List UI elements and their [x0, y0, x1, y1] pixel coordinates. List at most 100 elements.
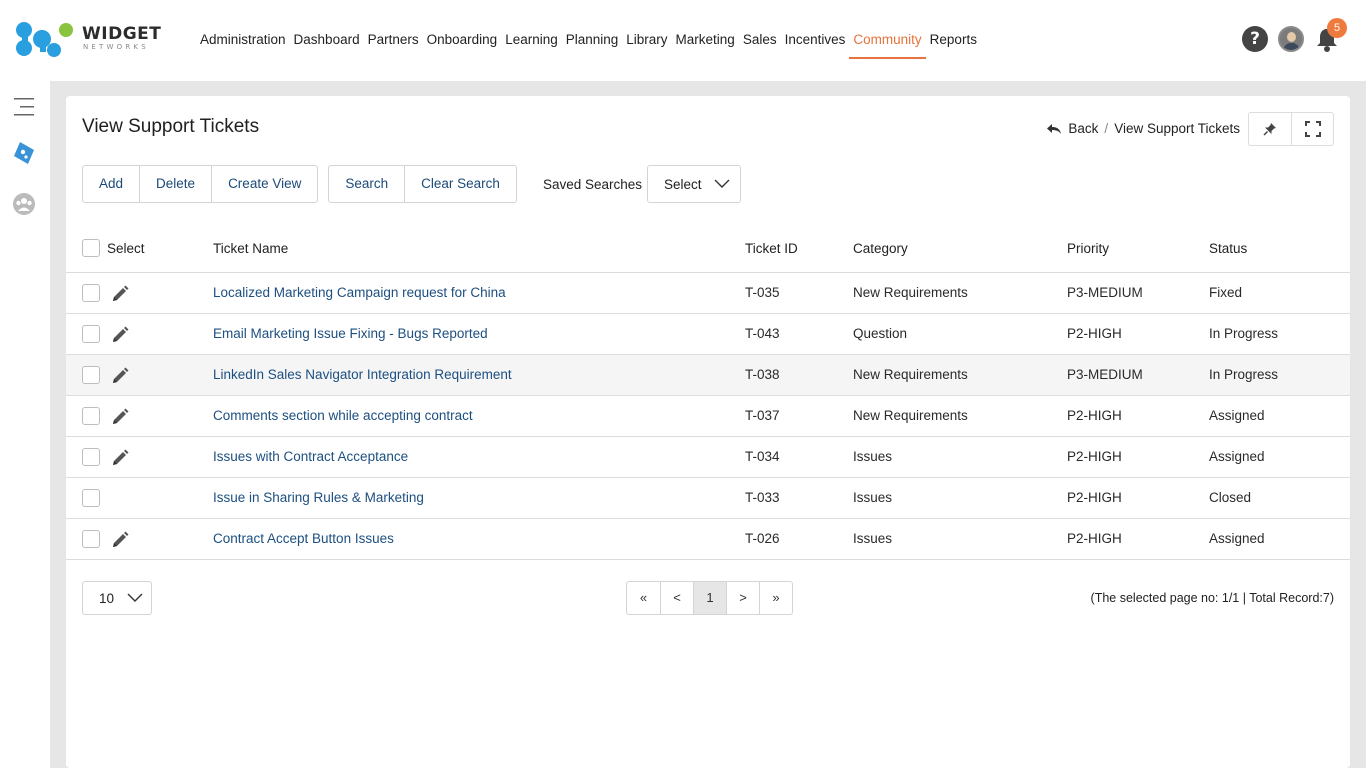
saved-searches-value: Select: [664, 176, 702, 192]
ticket-id: T-043: [745, 326, 780, 341]
ticket-name-link[interactable]: Localized Marketing Campaign request for…: [213, 285, 506, 300]
prev-page-button[interactable]: <: [660, 582, 693, 614]
edit-icon[interactable]: [110, 530, 130, 550]
next-page-button[interactable]: >: [726, 582, 759, 614]
header-ticket-id[interactable]: Ticket ID: [745, 241, 798, 256]
edit-icon[interactable]: [110, 407, 130, 427]
header-select: Select: [107, 241, 145, 256]
logo-subtext: NETWORKS: [83, 43, 149, 51]
add-button[interactable]: Add: [83, 166, 139, 202]
ticket-toolbar: Add Delete Create View Search Clear Sear…: [82, 165, 741, 203]
header-priority[interactable]: Priority: [1067, 241, 1109, 256]
search-button[interactable]: Search: [329, 166, 404, 202]
widget-networks-logo[interactable]: WIDGET NETWORKS: [14, 20, 161, 60]
table-row: Comments section while accepting contrac…: [66, 396, 1350, 437]
nav-item-community[interactable]: Community: [849, 30, 926, 59]
user-avatar[interactable]: [1278, 26, 1304, 52]
table-row: Localized Marketing Campaign request for…: [66, 273, 1350, 314]
clear-search-button[interactable]: Clear Search: [404, 166, 516, 202]
nav-item-marketing[interactable]: Marketing: [672, 30, 739, 59]
row-checkbox[interactable]: [82, 530, 100, 548]
ticket-name-link[interactable]: Issue in Sharing Rules & Marketing: [213, 490, 424, 505]
main-nav: Administration Dashboard Partners Onboardin…: [196, 30, 981, 59]
breadcrumb: Back / View Support Tickets: [1046, 121, 1240, 136]
page-1-button[interactable]: 1: [693, 582, 726, 614]
ticket-category: Issues: [853, 449, 893, 464]
delete-button[interactable]: Delete: [139, 166, 211, 202]
pagination: « < 1 > »: [626, 581, 793, 615]
notifications-button[interactable]: 5: [1314, 18, 1347, 53]
edit-icon[interactable]: [110, 366, 130, 386]
search-actions-group: Search Clear Search: [328, 165, 517, 203]
edit-icon[interactable]: [110, 284, 130, 304]
nav-item-library[interactable]: Library: [622, 30, 671, 59]
ticket-id: T-033: [745, 490, 780, 505]
page-info: (The selected page no: 1/1 | Total Recor…: [1090, 591, 1334, 605]
ticket-id: T-034: [745, 449, 780, 464]
table-row: Email Marketing Issue Fixing - Bugs Repo…: [66, 314, 1350, 355]
ticket-name-link[interactable]: Issues with Contract Acceptance: [213, 449, 408, 464]
ticket-priority: P2-HIGH: [1067, 490, 1122, 505]
record-actions-group: Add Delete Create View: [82, 165, 319, 203]
nav-item-administration[interactable]: Administration: [196, 30, 290, 59]
row-checkbox[interactable]: [82, 284, 100, 302]
nav-item-dashboard[interactable]: Dashboard: [290, 30, 364, 59]
row-checkbox[interactable]: [82, 325, 100, 343]
fullscreen-button[interactable]: [1291, 113, 1333, 145]
ticket-icon[interactable]: [12, 141, 36, 165]
back-arrow-icon[interactable]: [1046, 123, 1062, 135]
expand-icon: [1304, 121, 1321, 137]
community-icon[interactable]: [12, 192, 36, 216]
page-size-select[interactable]: 10: [82, 581, 152, 615]
table-row: Issues with Contract Acceptance T-034 Issu…: [66, 437, 1350, 478]
ticket-priority: P2-HIGH: [1067, 531, 1122, 546]
nav-item-incentives[interactable]: Incentives: [781, 30, 850, 59]
create-view-button[interactable]: Create View: [211, 166, 317, 202]
nav-item-learning[interactable]: Learning: [501, 30, 562, 59]
top-navigation-bar: WIDGET NETWORKS Administration Dashboard P…: [0, 0, 1366, 81]
menu-icon[interactable]: [12, 95, 36, 119]
breadcrumb-back-link[interactable]: Back: [1068, 121, 1098, 136]
ticket-name-link[interactable]: Contract Accept Button Issues: [213, 531, 394, 546]
nav-item-onboarding[interactable]: Onboarding: [423, 30, 502, 59]
ticket-name-link[interactable]: LinkedIn Sales Navigator Integration Req…: [213, 367, 512, 382]
ticket-name-link[interactable]: Comments section while accepting contrac…: [213, 408, 473, 423]
first-page-button[interactable]: «: [627, 582, 660, 614]
saved-searches-select[interactable]: Select: [647, 165, 741, 203]
chevron-down-icon: [127, 593, 143, 602]
ticket-category: New Requirements: [853, 367, 968, 382]
select-all-checkbox[interactable]: [82, 239, 100, 257]
row-checkbox[interactable]: [82, 448, 100, 466]
edit-icon[interactable]: [110, 448, 130, 468]
row-checkbox[interactable]: [82, 407, 100, 425]
table-row: Issue in Sharing Rules & Marketing T-033 I…: [66, 478, 1350, 519]
edit-icon[interactable]: [110, 325, 130, 345]
row-checkbox[interactable]: [82, 366, 100, 384]
nav-item-reports[interactable]: Reports: [926, 30, 981, 59]
nav-item-partners[interactable]: Partners: [364, 30, 423, 59]
ticket-id: T-026: [745, 531, 780, 546]
nav-item-sales[interactable]: Sales: [739, 30, 781, 59]
ticket-priority: P3-MEDIUM: [1067, 367, 1143, 382]
help-icon[interactable]: ?: [1242, 26, 1268, 52]
ticket-status: Assigned: [1209, 408, 1265, 423]
ticket-name-link[interactable]: Email Marketing Issue Fixing - Bugs Repo…: [213, 326, 488, 341]
pin-button[interactable]: [1249, 113, 1291, 145]
nav-item-planning[interactable]: Planning: [562, 30, 623, 59]
row-checkbox[interactable]: [82, 489, 100, 507]
ticket-category: New Requirements: [853, 408, 968, 423]
ticket-status: Fixed: [1209, 285, 1243, 300]
breadcrumb-separator: /: [1104, 121, 1109, 136]
header-actions: ? 5: [1242, 18, 1347, 53]
ticket-id: T-037: [745, 408, 780, 423]
last-page-button[interactable]: »: [759, 582, 792, 614]
logo-mark-icon: [16, 22, 73, 57]
table-body: Localized Marketing Campaign request for…: [66, 273, 1350, 560]
header-category[interactable]: Category: [853, 241, 908, 256]
saved-searches-label: Saved Searches: [542, 176, 642, 192]
table-row: LinkedIn Sales Navigator Integration Req…: [66, 355, 1350, 396]
ticket-category: Issues: [853, 531, 893, 546]
header-status[interactable]: Status: [1209, 241, 1247, 256]
header-ticket-name[interactable]: Ticket Name: [213, 241, 288, 256]
ticket-priority: P2-HIGH: [1067, 449, 1122, 464]
